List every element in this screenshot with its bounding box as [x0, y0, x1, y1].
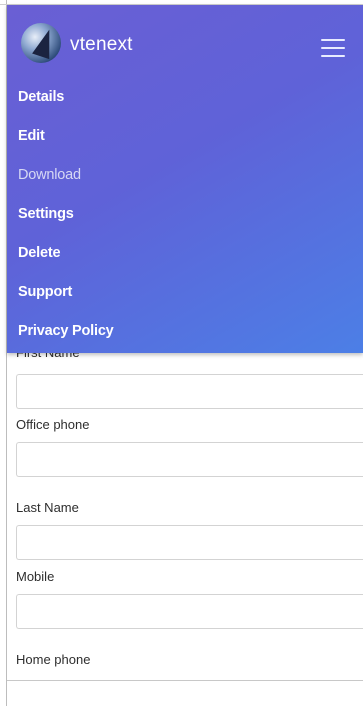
- menu-item-download[interactable]: Download: [18, 163, 114, 202]
- menu-item-edit[interactable]: Edit: [18, 124, 114, 163]
- menu-item-delete[interactable]: Delete: [18, 241, 114, 280]
- brand-name: vtenext: [70, 34, 133, 55]
- office-phone-label: Office phone: [16, 417, 90, 432]
- home-phone-label: Home phone: [16, 652, 91, 667]
- home-phone-field-top-edge[interactable]: [7, 680, 363, 681]
- mobile-field[interactable]: [16, 594, 363, 629]
- office-phone-field[interactable]: [16, 442, 363, 477]
- menu-item-support[interactable]: Support: [18, 280, 114, 319]
- menu-item-settings[interactable]: Settings: [18, 202, 114, 241]
- mobile-label: Mobile: [16, 569, 55, 584]
- first-name-field[interactable]: [16, 374, 363, 409]
- hamburger-menu-icon[interactable]: [321, 39, 345, 57]
- last-name-field[interactable]: [16, 525, 363, 560]
- menu-item-details[interactable]: Details: [18, 85, 114, 124]
- menu-item-privacy-policy[interactable]: Privacy Policy: [18, 319, 114, 358]
- nav-menu: Details Edit Download Settings Delete Su…: [18, 85, 114, 358]
- nav-menu-overlay: vtenext Details Edit Download Settings D…: [7, 5, 363, 353]
- last-name-label: Last Name: [16, 500, 79, 515]
- vtenext-logo-icon: [21, 23, 61, 63]
